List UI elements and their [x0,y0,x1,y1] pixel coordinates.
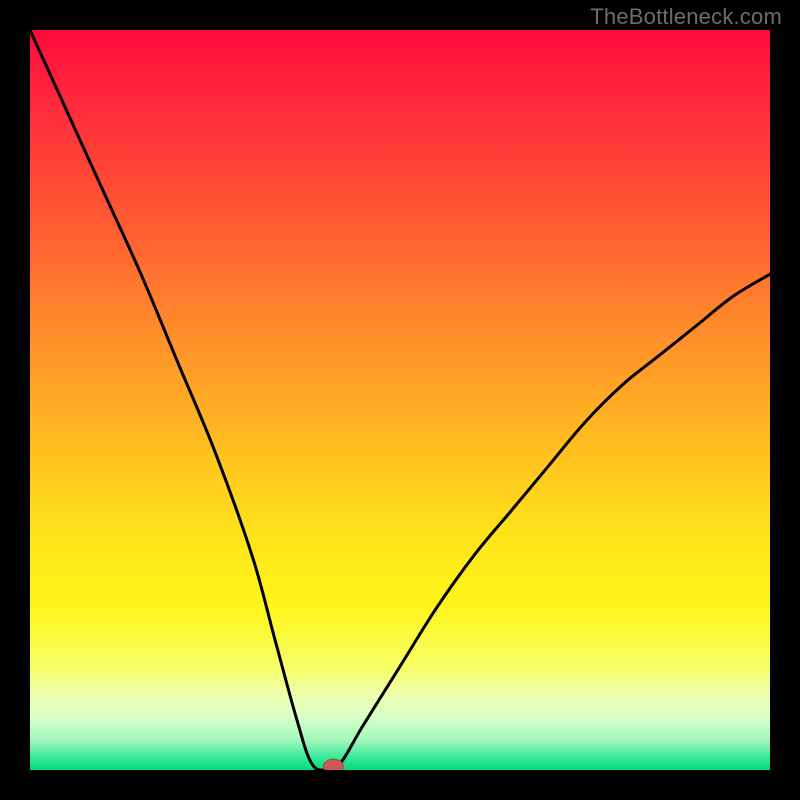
chart-svg [30,30,770,770]
watermark-text: TheBottleneck.com [590,4,782,30]
plot-area [30,30,770,770]
curve-marker [323,759,343,770]
gradient-background [30,30,770,770]
chart-frame: TheBottleneck.com [0,0,800,800]
